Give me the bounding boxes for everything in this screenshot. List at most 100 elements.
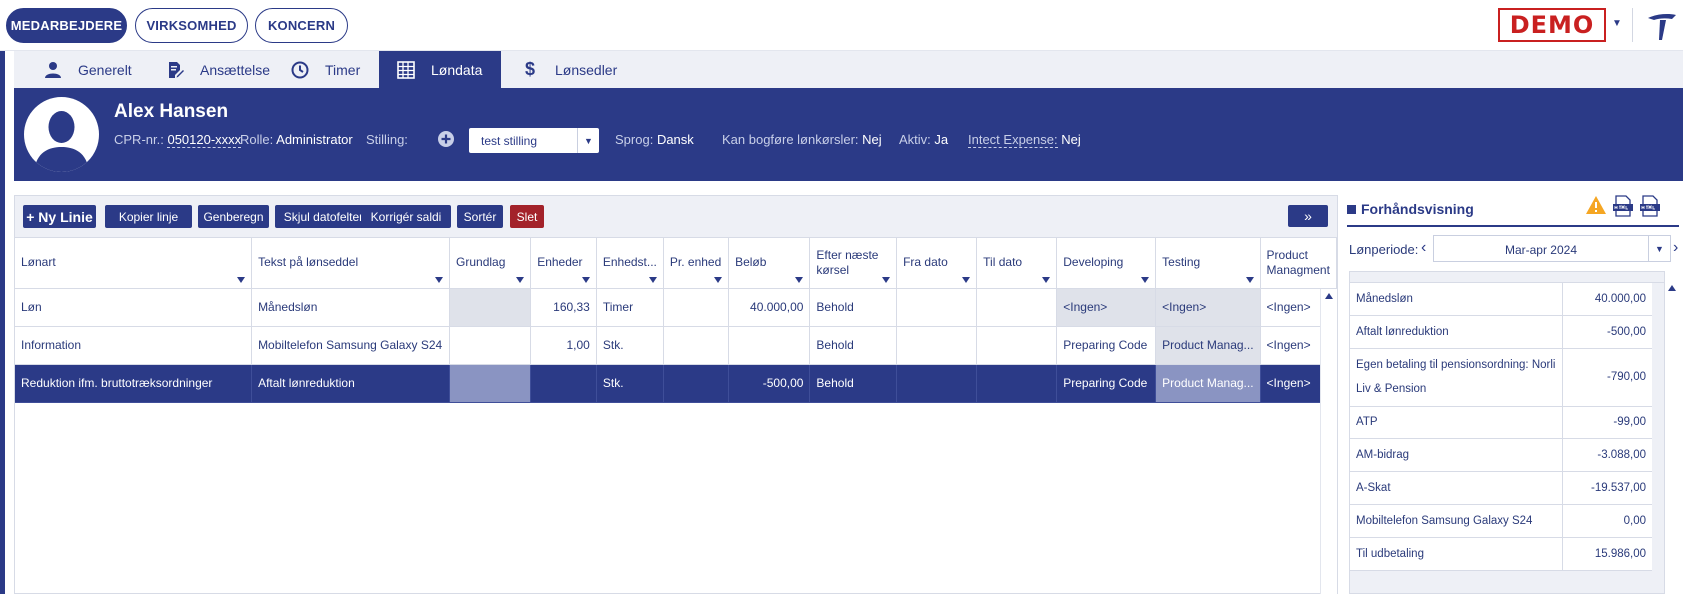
filter-icon[interactable] — [962, 276, 971, 283]
tab-loendata[interactable]: Løndata — [379, 51, 501, 88]
table-cell[interactable] — [530, 364, 597, 403]
table-cell[interactable] — [663, 364, 730, 403]
avatar[interactable] — [24, 97, 99, 172]
delete-button[interactable]: Slet — [510, 205, 544, 228]
filter-icon[interactable] — [237, 276, 246, 283]
table-cell[interactable] — [663, 326, 730, 365]
preview-item-label: Aftalt lønreduktion — [1350, 315, 1562, 349]
filter-icon[interactable] — [435, 276, 444, 283]
table-cell[interactable]: Preparing Code — [1056, 364, 1157, 403]
filter-icon[interactable] — [795, 276, 804, 283]
column-header[interactable]: Fra dato — [896, 238, 978, 289]
tab-ansaettelse[interactable]: Ansættelse — [150, 51, 289, 88]
filter-icon[interactable] — [1141, 276, 1150, 283]
filter-icon[interactable] — [1042, 276, 1051, 283]
table-cell[interactable]: Løn — [15, 288, 253, 327]
filter-icon[interactable] — [581, 276, 590, 283]
recalculate-button[interactable]: Genberegn — [198, 205, 269, 228]
grid-vertical-scrollbar[interactable] — [1320, 289, 1337, 594]
table-cell[interactable] — [663, 288, 730, 327]
chevron-right-icon[interactable]: › — [1673, 239, 1678, 257]
table-cell[interactable]: Product Manag... — [1155, 364, 1261, 403]
new-line-button[interactable]: + Ny Linie — [23, 205, 96, 228]
hide-date-fields-button[interactable]: Skjul datofelter — [275, 205, 372, 228]
html-export-icon[interactable] — [1612, 195, 1634, 217]
column-header[interactable]: Testing — [1155, 238, 1261, 289]
cpr-value[interactable]: 050120-xxxx — [167, 132, 242, 148]
table-cell[interactable] — [976, 326, 1058, 365]
table-cell[interactable]: Product Manag... — [1155, 326, 1261, 365]
table-cell[interactable]: Aftalt lønreduktion — [251, 364, 451, 403]
column-header[interactable]: Beløb — [728, 238, 811, 289]
column-header[interactable]: Product Managment — [1260, 238, 1338, 289]
filter-icon[interactable] — [1245, 276, 1254, 283]
app-logo-icon[interactable] — [1646, 10, 1678, 42]
table-cell[interactable] — [896, 326, 978, 365]
table-cell[interactable]: Mobiltelefon Samsung Galaxy S24 — [251, 326, 451, 365]
scroll-up-icon[interactable] — [1325, 293, 1333, 299]
table-row[interactable]: Information Mobiltelefon Samsung Galaxy … — [15, 326, 1338, 365]
filter-icon[interactable] — [714, 276, 723, 283]
table-cell[interactable]: Preparing Code — [1056, 326, 1157, 365]
tab-timer[interactable]: Timer — [289, 51, 379, 88]
expand-panel-button[interactable]: » — [1288, 205, 1328, 227]
chevron-down-icon[interactable]: ▼ — [1648, 236, 1670, 261]
column-header[interactable]: Grundlag — [449, 238, 532, 289]
tab-loensedler[interactable]: $ Lønsedler — [501, 51, 631, 88]
column-header[interactable]: Pr. enhed — [663, 238, 730, 289]
column-header[interactable]: Developing — [1056, 238, 1157, 289]
table-cell[interactable]: <Ingen> — [1056, 288, 1157, 327]
pay-period-select[interactable]: Mar-apr 2024 ▼ — [1433, 235, 1671, 262]
scroll-up-icon[interactable] — [1668, 285, 1676, 291]
column-header[interactable]: Til dato — [976, 238, 1058, 289]
table-cell[interactable]: Stk. — [596, 326, 664, 365]
column-header[interactable]: Lønart — [15, 238, 253, 289]
table-cell[interactable]: Behold — [809, 326, 898, 365]
table-cell[interactable]: 160,33 — [530, 288, 597, 327]
table-row[interactable]: Løn Månedsløn 160,33 Timer 40.000,00 Beh… — [15, 288, 1338, 327]
sort-button[interactable]: Sortér — [457, 205, 503, 228]
table-cell[interactable]: Månedsløn — [251, 288, 451, 327]
table-cell[interactable]: Stk. — [596, 364, 664, 403]
table-cell[interactable]: Timer — [596, 288, 664, 327]
column-header[interactable]: Enheder — [530, 238, 597, 289]
html-print-icon[interactable] — [1639, 195, 1661, 217]
correct-balance-button[interactable]: Korrigér saldi — [361, 205, 451, 228]
table-cell[interactable]: <Ingen> — [1155, 288, 1261, 327]
table-cell[interactable]: 1,00 — [530, 326, 597, 365]
table-cell[interactable]: Behold — [809, 288, 898, 327]
table-cell[interactable] — [449, 364, 532, 403]
tab-generelt[interactable]: Generelt — [28, 51, 150, 88]
demo-badge[interactable]: DEMO — [1498, 8, 1606, 42]
add-position-icon[interactable] — [438, 131, 454, 147]
filter-icon[interactable] — [648, 276, 657, 283]
table-row-selected[interactable]: Reduktion ifm. bruttotræksordninger Afta… — [15, 364, 1338, 403]
filter-icon[interactable] — [882, 276, 891, 283]
table-cell[interactable] — [896, 364, 978, 403]
column-header[interactable]: Efter næste kørsel — [809, 238, 898, 289]
chevron-down-icon[interactable]: ▼ — [577, 128, 599, 153]
column-header[interactable]: Enhedst... — [596, 238, 664, 289]
table-cell[interactable]: Reduktion ifm. bruttotræksordninger — [15, 364, 253, 403]
position-select[interactable]: test stilling ▼ — [469, 128, 599, 153]
table-cell[interactable]: 40.000,00 — [728, 288, 811, 327]
table-cell[interactable] — [976, 288, 1058, 327]
table-cell[interactable] — [449, 326, 532, 365]
copy-line-button[interactable]: Kopier linje — [105, 205, 192, 228]
nav-koncern-button[interactable]: KONCERN — [255, 8, 348, 43]
table-cell[interactable] — [976, 364, 1058, 403]
table-cell[interactable] — [449, 288, 532, 327]
preview-vertical-scrollbar[interactable] — [1665, 281, 1679, 594]
table-cell[interactable]: Behold — [809, 364, 898, 403]
table-cell[interactable]: -500,00 — [728, 364, 811, 403]
nav-virksomhed-button[interactable]: VIRKSOMHED — [135, 8, 248, 43]
warning-icon[interactable] — [1585, 195, 1607, 215]
table-cell[interactable]: Information — [15, 326, 253, 365]
chevron-down-icon[interactable]: ▼ — [1612, 18, 1622, 29]
table-cell[interactable] — [896, 288, 978, 327]
filter-icon[interactable] — [516, 276, 525, 283]
table-cell[interactable] — [728, 326, 811, 365]
nav-medarbejdere-button[interactable]: MEDARBEJDERE — [6, 8, 127, 43]
column-header[interactable]: Tekst på lønseddel — [251, 238, 451, 289]
chevron-left-icon[interactable]: ‹ — [1421, 239, 1426, 257]
